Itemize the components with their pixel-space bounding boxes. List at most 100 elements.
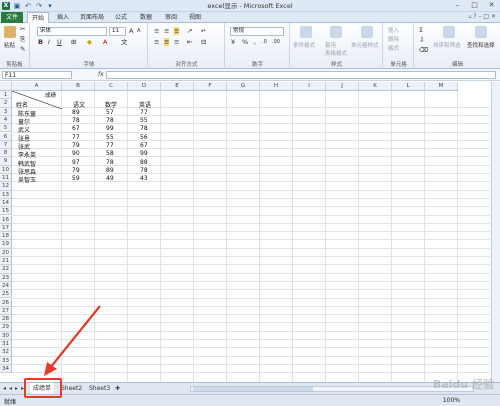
sort-filter-icon[interactable] <box>443 26 455 38</box>
align-right-icon[interactable]: ≡ <box>174 38 179 46</box>
row-header[interactable]: 17 <box>0 223 12 233</box>
row-header[interactable]: 23 <box>0 273 12 282</box>
row-header[interactable]: 29 <box>0 323 12 332</box>
row-header[interactable]: 15 <box>0 207 12 216</box>
copy-icon[interactable]: ⎘ <box>20 35 25 43</box>
score-cell[interactable]: 55 <box>140 117 148 124</box>
score-cell[interactable]: 78 <box>106 117 114 124</box>
score-cell[interactable]: 97 <box>72 159 80 166</box>
score-cell[interactable]: 78 <box>72 117 80 124</box>
row-header[interactable]: 26 <box>0 298 12 307</box>
row-header[interactable]: 22 <box>0 265 12 274</box>
row-header[interactable]: 25 <box>0 290 12 299</box>
insert-function-icon[interactable]: fx <box>98 71 104 78</box>
column-header[interactable]: C <box>95 82 128 91</box>
cut-icon[interactable]: ✂ <box>20 25 25 33</box>
row-header[interactable]: 13 <box>0 190 12 199</box>
autosum-icon[interactable]: Σ <box>419 26 423 34</box>
row-header[interactable]: 30 <box>0 331 12 340</box>
score-cell[interactable]: 77 <box>140 109 148 116</box>
score-cell[interactable]: 77 <box>72 134 80 141</box>
score-cell[interactable]: 59 <box>72 175 80 182</box>
italic-icon[interactable]: I <box>48 38 50 46</box>
score-cell[interactable]: 55 <box>106 134 114 141</box>
row-header[interactable]: 32 <box>0 348 12 357</box>
horizontal-scrollbar[interactable] <box>190 386 474 392</box>
comma-icon[interactable]: , <box>254 38 256 46</box>
tab-file[interactable]: 文件 <box>1 12 23 23</box>
cell-style-icon[interactable] <box>361 26 373 38</box>
score-cell[interactable]: 78 <box>140 125 148 132</box>
tab-review[interactable]: 审阅 <box>160 12 182 23</box>
tab-formulas[interactable]: 公式 <box>110 12 132 23</box>
border-icon[interactable]: ⊞ <box>71 38 76 46</box>
sheet-tab-sheet3[interactable]: Sheet3 <box>86 383 113 394</box>
align-top-icon[interactable]: ≡ <box>154 27 159 35</box>
column-header[interactable]: J <box>326 82 359 91</box>
decrease-decimal-icon[interactable]: .00 <box>272 38 280 46</box>
score-cell[interactable]: 67 <box>72 125 80 132</box>
font-size-select[interactable]: 11 <box>109 27 126 36</box>
score-cell[interactable]: 57 <box>106 109 114 116</box>
underline-icon[interactable]: U <box>57 38 62 46</box>
sort-filter-button[interactable]: 排序和筛选 <box>433 41 461 49</box>
score-cell[interactable]: 79 <box>72 167 80 174</box>
align-left-icon[interactable]: ≡ <box>154 38 159 46</box>
row-header[interactable]: 4 <box>0 115 12 125</box>
close-button[interactable]: ✕ <box>483 0 500 11</box>
column-header[interactable]: F <box>194 82 227 91</box>
score-cell[interactable]: 67 <box>140 142 148 149</box>
find-select-button[interactable]: 查找和选择 <box>467 41 495 49</box>
percent-icon[interactable]: % <box>242 38 248 46</box>
score-cell[interactable]: 43 <box>140 175 148 182</box>
score-cell[interactable]: 89 <box>106 167 114 174</box>
row-header[interactable]: 11 <box>0 174 12 183</box>
tab-insert[interactable]: 插入 <box>52 12 74 23</box>
table-format-icon[interactable] <box>330 26 342 38</box>
column-header[interactable]: B <box>62 82 95 91</box>
row-header[interactable]: 5 <box>0 124 12 133</box>
cell-style-button[interactable]: 单元格样式 <box>351 41 379 49</box>
column-header[interactable]: G <box>227 82 260 91</box>
column-header[interactable]: H <box>260 82 293 91</box>
paste-button[interactable]: 粘贴 <box>4 41 15 49</box>
merge-center-icon[interactable]: ⊟ <box>201 38 206 46</box>
bold-icon[interactable]: B <box>38 38 43 46</box>
select-all-corner[interactable] <box>0 82 12 91</box>
vertical-scrollbar[interactable] <box>491 82 500 382</box>
paste-icon[interactable] <box>4 26 16 38</box>
column-header[interactable]: A <box>12 82 62 91</box>
orientation-icon[interactable]: ↗ <box>187 27 192 35</box>
row-header[interactable]: 2 <box>0 99 12 108</box>
align-center-icon[interactable]: ≡ <box>164 38 170 46</box>
number-format-select[interactable]: 常规 <box>230 27 284 36</box>
row-header[interactable]: 9 <box>0 157 12 166</box>
row-header[interactable]: 27 <box>0 306 12 316</box>
indent-icon[interactable]: ⇤ <box>187 38 192 46</box>
row-header[interactable]: 3 <box>0 107 12 116</box>
score-cell[interactable]: 56 <box>140 134 148 141</box>
column-header[interactable]: D <box>128 82 161 91</box>
increase-decimal-icon[interactable]: .0 <box>262 38 267 46</box>
help-icon[interactable]: ▵ ? – □ ✕ <box>468 13 496 20</box>
row-header[interactable]: 8 <box>0 149 12 158</box>
row-header[interactable]: 33 <box>0 356 12 365</box>
row-header[interactable]: 28 <box>0 315 12 324</box>
row-header[interactable]: 18 <box>0 232 12 241</box>
column-header[interactable]: E <box>161 82 194 91</box>
score-cell[interactable]: 99 <box>140 150 148 157</box>
score-cell[interactable]: 88 <box>140 159 148 166</box>
column-header[interactable]: K <box>359 82 392 91</box>
row-header[interactable]: 24 <box>0 281 12 291</box>
sheet-tab-sheet2[interactable]: Sheet2 <box>58 383 85 394</box>
score-cell[interactable]: 77 <box>106 142 114 149</box>
conditional-format-button[interactable]: 条件格式 <box>293 41 315 49</box>
row-header[interactable]: 20 <box>0 248 12 257</box>
row-header[interactable]: 12 <box>0 182 12 191</box>
currency-icon[interactable]: ¥ <box>231 38 235 46</box>
row-header[interactable]: 7 <box>0 140 12 150</box>
restore-button[interactable]: □ <box>466 0 483 11</box>
format-painter-icon[interactable]: ✎ <box>20 45 25 53</box>
score-cell[interactable]: 58 <box>106 150 114 157</box>
name-box[interactable]: F11 <box>2 71 72 79</box>
